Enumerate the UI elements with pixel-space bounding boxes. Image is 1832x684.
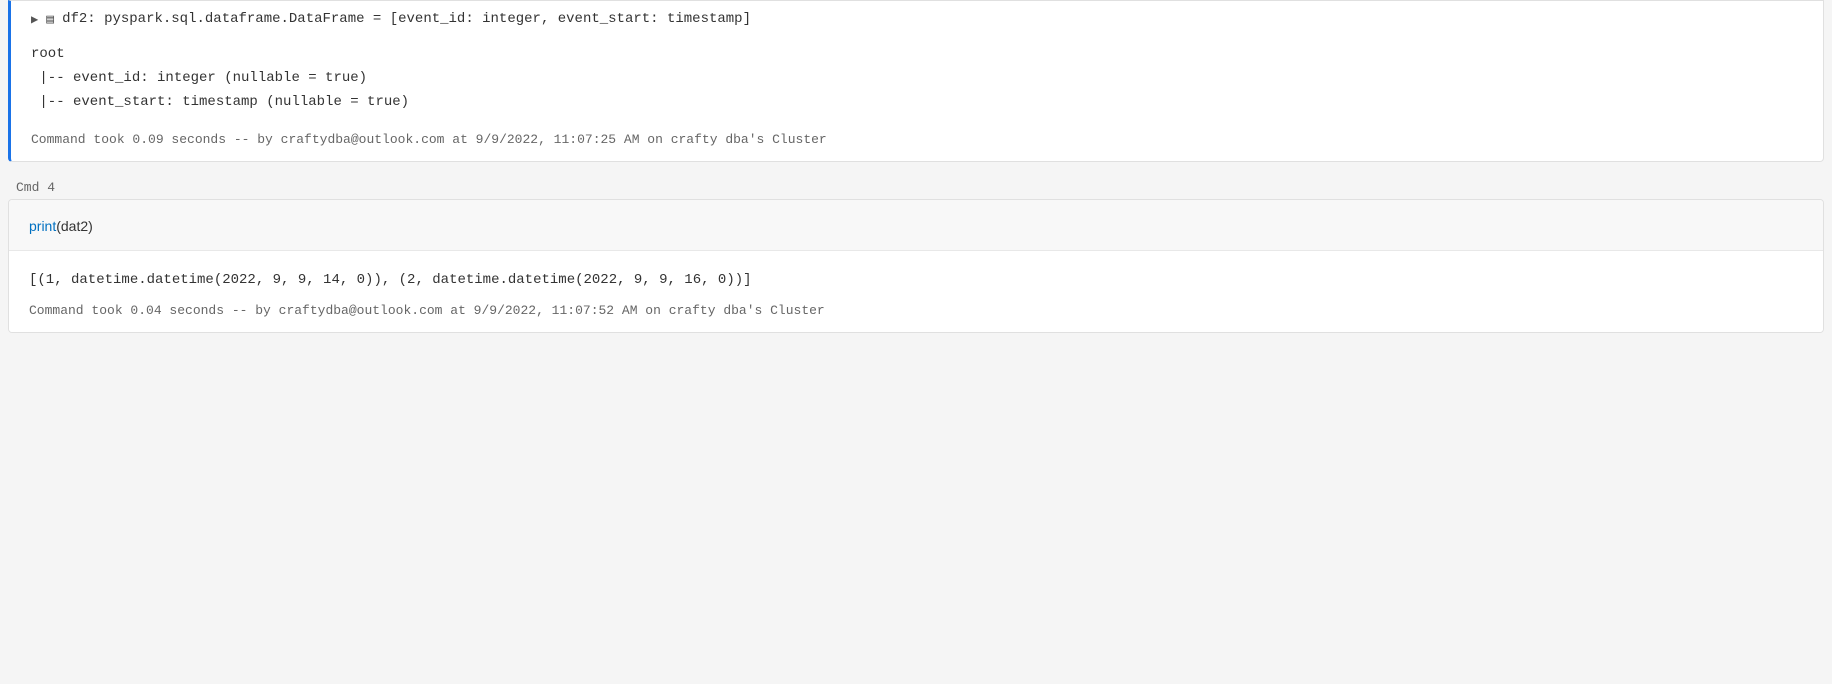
- cell3-timing: Command took 0.09 seconds -- by craftydb…: [31, 132, 1803, 147]
- cell-3: ▶ ▤ df2: pyspark.sql.dataframe.DataFrame…: [8, 0, 1824, 162]
- cell4-label: Cmd 4: [0, 174, 1832, 199]
- df2-definition: df2: pyspark.sql.dataframe.DataFrame = […: [62, 11, 751, 27]
- print-keyword: print: [29, 218, 56, 234]
- cell-4: print(dat2) [(1, datetime.datetime(2022,…: [8, 199, 1824, 333]
- cell4-output: [(1, datetime.datetime(2022, 9, 9, 14, 0…: [29, 269, 1803, 293]
- cell4-code-section: print(dat2): [9, 200, 1823, 250]
- print-args: (dat2): [56, 218, 93, 234]
- dataframe-icon: ▤: [46, 12, 54, 27]
- expand-arrow-icon[interactable]: ▶: [31, 12, 38, 27]
- schema-output: root |-- event_id: integer (nullable = t…: [31, 43, 1803, 114]
- df2-line: ▶ ▤ df2: pyspark.sql.dataframe.DataFrame…: [31, 11, 1803, 27]
- notebook-container: ▶ ▤ df2: pyspark.sql.dataframe.DataFrame…: [0, 0, 1832, 333]
- cell4-timing: Command took 0.04 seconds -- by craftydb…: [29, 303, 1803, 318]
- cell4-output-section: [(1, datetime.datetime(2022, 9, 9, 14, 0…: [9, 250, 1823, 332]
